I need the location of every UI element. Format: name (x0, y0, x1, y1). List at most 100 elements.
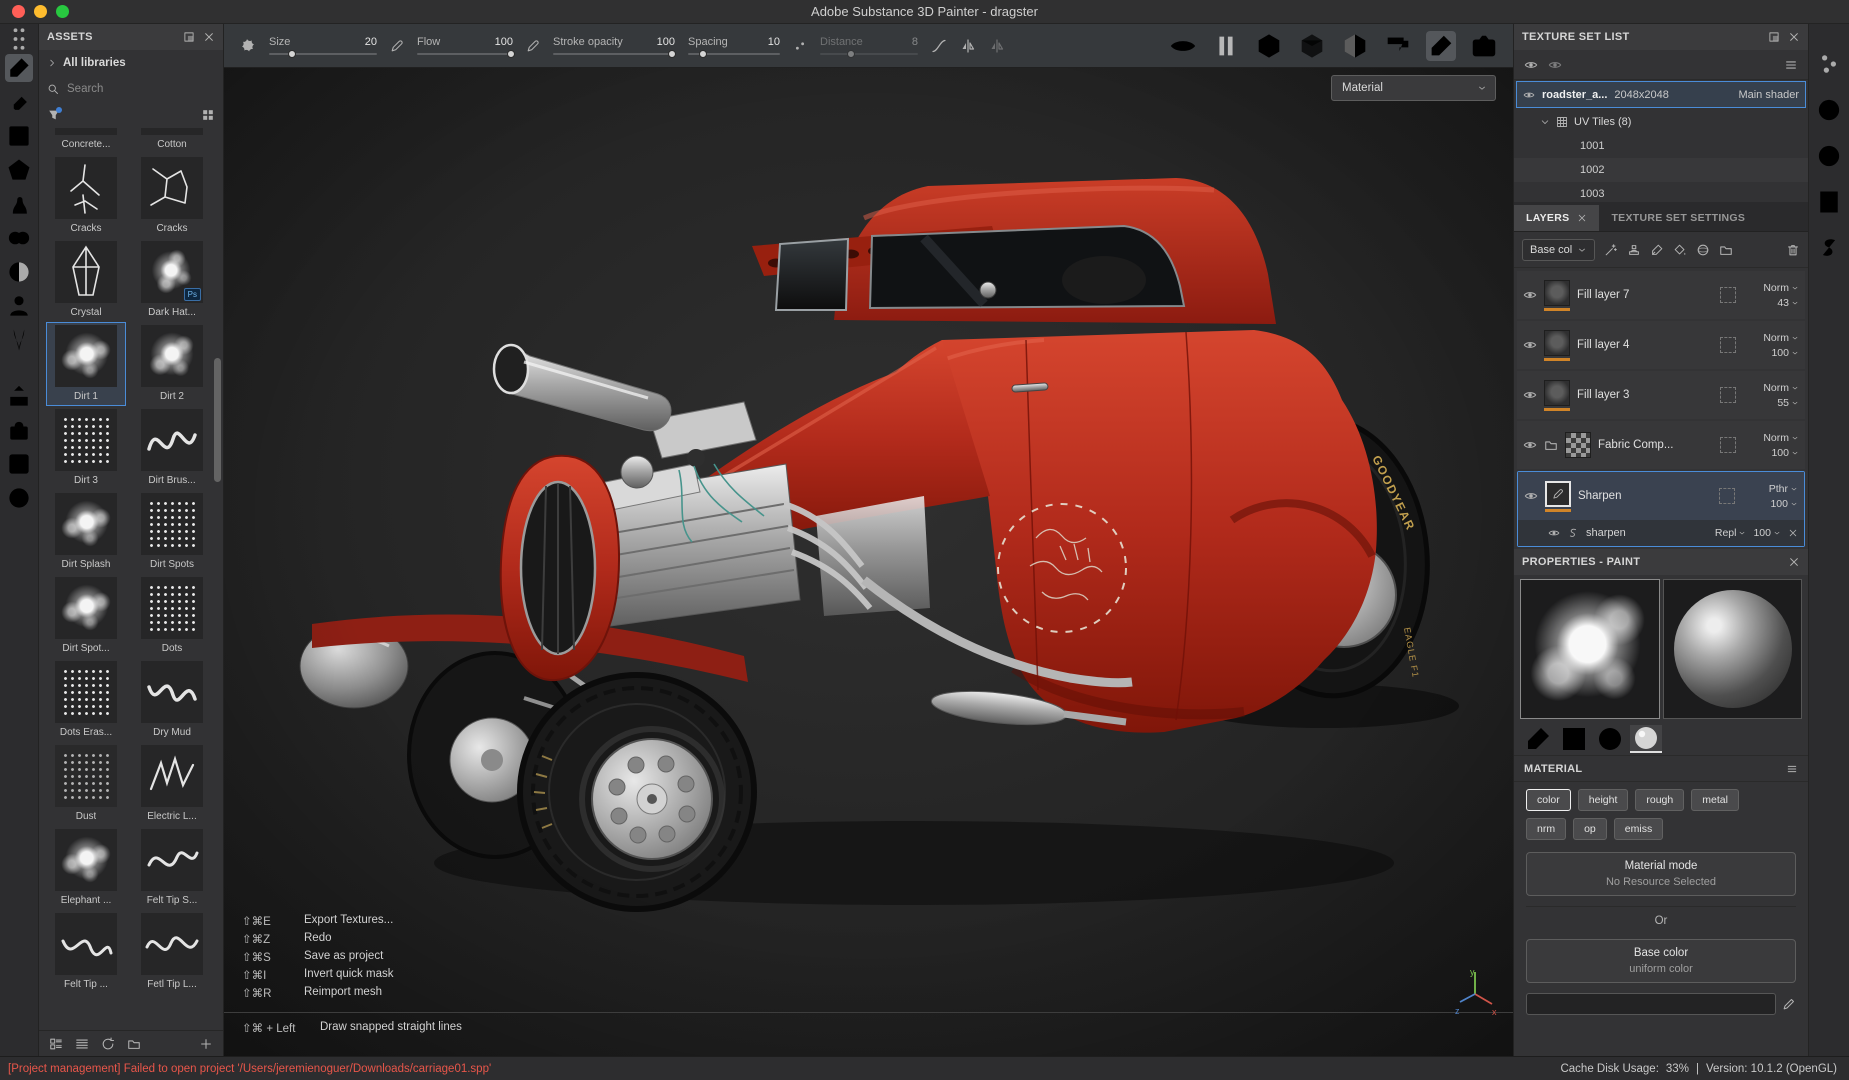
tab-brush[interactable] (1522, 725, 1554, 753)
mask-placeholder[interactable] (1720, 437, 1736, 453)
viewport-3d[interactable]: GOODYEAR EAGLE F1 (224, 68, 1513, 1056)
layer-visibility-icon[interactable] (1524, 489, 1538, 503)
assets-scrollbar[interactable] (214, 358, 221, 482)
tab-alpha[interactable] (1558, 725, 1590, 753)
add-group-icon[interactable] (1719, 243, 1733, 257)
layer-row[interactable]: Fill layer 7 Norm 43 (1517, 271, 1805, 319)
layer-row-selected[interactable]: Sharpen Pthr 100 (1518, 472, 1804, 520)
asset-item[interactable]: Dirt Splash (46, 490, 126, 574)
resources-button[interactable] (5, 416, 33, 444)
asset-item[interactable]: Cracks (132, 154, 212, 238)
asset-item[interactable]: Dots Eras... (46, 658, 126, 742)
effect-visibility-icon[interactable] (1548, 527, 1560, 539)
grid-view-icon[interactable] (201, 108, 215, 122)
export-button[interactable] (5, 382, 33, 410)
brush-preview-icon[interactable] (238, 37, 256, 55)
geometry-mask-tool-button[interactable] (5, 258, 33, 286)
thumbnail-view-icon[interactable] (49, 1037, 63, 1051)
drag-handle-icon[interactable] (5, 30, 33, 48)
channel-color-button[interactable]: color (1526, 789, 1571, 811)
remove-effect-icon[interactable] (1788, 528, 1798, 538)
pen-pressure-size-icon[interactable] (390, 39, 404, 53)
blend-mode-select[interactable]: Norm (1763, 282, 1799, 294)
bake-mesh-maps-button[interactable] (5, 484, 33, 512)
add-asset-icon[interactable] (199, 1037, 213, 1051)
undock-panel-icon[interactable] (1768, 31, 1780, 43)
brush-alpha-preview[interactable] (1520, 579, 1660, 719)
uv-tile-item[interactable]: 1002 (1514, 158, 1808, 182)
blend-mode-select[interactable]: Norm (1763, 382, 1799, 394)
close-tab-icon[interactable] (1577, 213, 1587, 223)
asset-item[interactable]: Cotton (132, 128, 212, 154)
tab-material[interactable] (1630, 725, 1662, 753)
asset-item[interactable]: Concrete... (46, 128, 126, 154)
add-paint-layer-icon[interactable] (1650, 243, 1664, 257)
layer-effect-row[interactable]: sharpen Repl 100 (1518, 520, 1804, 546)
tab-layers[interactable]: LAYERS (1514, 205, 1599, 231)
layer-row[interactable]: Fill layer 3 Norm 55 (1517, 371, 1805, 419)
stroke-opacity-slider-handle[interactable] (668, 50, 676, 58)
asset-item[interactable]: Felt Tip S... (132, 826, 212, 910)
material-picker-tool-button[interactable] (5, 326, 33, 354)
rotate-environment-button[interactable] (1383, 31, 1413, 61)
add-instance-icon[interactable] (1627, 243, 1641, 257)
distance-slider[interactable]: Distance8 (820, 36, 918, 55)
radial-symmetry-icon[interactable] (989, 38, 1005, 54)
asset-item[interactable]: Dirt Brus... (132, 406, 212, 490)
channel-emiss-button[interactable]: emiss (1614, 818, 1663, 840)
plugins-button[interactable] (1815, 234, 1843, 262)
flow-slider[interactable]: Flow100 (417, 36, 513, 55)
clone-tool-button[interactable] (5, 224, 33, 252)
blend-mode-select[interactable]: Pthr (1769, 483, 1798, 495)
close-panel-icon[interactable] (1788, 556, 1800, 568)
add-effect-icon[interactable] (1604, 243, 1618, 257)
channel-height-button[interactable]: height (1578, 789, 1629, 811)
asset-item[interactable]: Dust (46, 742, 126, 826)
asset-item[interactable]: Fetl Tip L... (132, 910, 212, 994)
asset-item[interactable]: Cracks (46, 154, 126, 238)
layer-group-row[interactable]: Fabric Comp... Norm 100 (1517, 421, 1805, 469)
mannequin-tool-button[interactable] (5, 292, 33, 320)
smudge-tool-button[interactable] (5, 190, 33, 218)
list-view-icon[interactable] (75, 1037, 89, 1051)
texture-set-menu-icon[interactable] (1784, 58, 1798, 72)
opacity-select[interactable]: 55 (1777, 397, 1799, 409)
size-slider-handle[interactable] (288, 50, 296, 58)
asset-item[interactable]: Dry Mud (132, 658, 212, 742)
asset-item-selected[interactable]: Dirt 1 (46, 322, 126, 406)
spacing-slider-handle[interactable] (699, 50, 707, 58)
spacing-slider[interactable]: Spacing10 (688, 36, 780, 55)
channel-nrm-button[interactable]: nrm (1526, 818, 1566, 840)
symmetry-icon[interactable] (960, 38, 976, 54)
asset-item[interactable]: Dirt 2 (132, 322, 212, 406)
asset-item[interactable]: PsDark Hat... (132, 238, 212, 322)
polygon-fill-tool-button[interactable] (5, 156, 33, 184)
blend-mode-select[interactable]: Norm (1763, 332, 1799, 344)
solo-eye-icon[interactable] (1548, 58, 1562, 72)
asset-item[interactable]: Crystal (46, 238, 126, 322)
mask-placeholder[interactable] (1720, 337, 1736, 353)
add-smart-material-icon[interactable] (1696, 243, 1710, 257)
uv-tile-item[interactable]: 1003 (1514, 182, 1808, 202)
opacity-select[interactable]: 43 (1777, 297, 1799, 309)
painting-mode-button[interactable] (1426, 31, 1456, 61)
discard-stack-button[interactable] (5, 450, 33, 478)
opacity-select[interactable]: 100 (1771, 447, 1799, 459)
effect-value-select[interactable]: 100 (1753, 527, 1781, 539)
edit-color-icon[interactable] (1782, 997, 1796, 1011)
stroke-opacity-slider[interactable]: Stroke opacity100 (553, 36, 675, 55)
layer-visibility-icon[interactable] (1523, 438, 1537, 452)
folder-icon[interactable] (127, 1037, 141, 1051)
texture-set-row[interactable]: roadster_a... 2048x2048 Main shader (1516, 81, 1806, 108)
channel-op-button[interactable]: op (1573, 818, 1607, 840)
refresh-icon[interactable] (101, 1037, 115, 1051)
add-fill-layer-icon[interactable] (1673, 243, 1687, 257)
distance-slider-handle[interactable] (847, 50, 855, 58)
uv-view-button[interactable] (1340, 31, 1370, 61)
channel-rough-button[interactable]: rough (1635, 789, 1684, 811)
split-view-button[interactable] (1297, 31, 1327, 61)
display-settings-button[interactable] (1815, 50, 1843, 78)
viewport-display-mode-select[interactable]: Material (1331, 75, 1496, 101)
eye-icon[interactable] (1523, 89, 1535, 101)
material-sphere-preview[interactable] (1663, 579, 1803, 719)
